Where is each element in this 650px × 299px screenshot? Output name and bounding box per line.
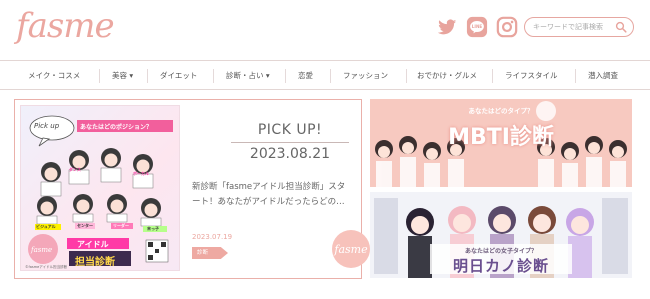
nav-item-fortune[interactable]: 診断・占い ▾ <box>226 61 270 91</box>
mbti-title: MBTI診断 <box>448 125 554 150</box>
twitter-icon[interactable] <box>436 16 458 38</box>
pickup-date: 2023.08.21 <box>249 146 331 162</box>
nav-divider <box>575 69 576 83</box>
pickup-post-date: 2023.07.19 <box>192 233 233 241</box>
nav-item-love[interactable]: 恋愛 <box>298 61 313 91</box>
nav-item-lifestyle[interactable]: ライフスタイル <box>505 61 558 91</box>
nav-item-beauty[interactable]: 美容 ▾ <box>112 61 133 91</box>
search-box[interactable] <box>524 17 634 37</box>
search-icon[interactable] <box>615 21 627 33</box>
thumb-bubble-text: Pick up <box>34 122 60 130</box>
pickup-thumbnail[interactable]: Pick up あなたはどのポジション？ ビジュアル センター リーダー 末っ子… <box>20 105 180 271</box>
category-tag[interactable]: 診断 <box>192 247 228 259</box>
nav-divider <box>99 69 100 83</box>
thumb-role-center: センター <box>77 223 93 228</box>
nav-divider <box>147 69 148 83</box>
thumb-brand: fasme <box>31 246 53 254</box>
thumb-role-leader: リーダー <box>113 223 129 228</box>
nav-item-outing[interactable]: おでかけ・グルメ <box>417 61 477 91</box>
thumb-role-vocal: ボーカル <box>133 171 149 176</box>
search-input[interactable] <box>533 20 613 34</box>
fasme-badge: fasme <box>332 230 370 268</box>
mbti-banner[interactable]: あなたはどのタイプ？ MBTI診断 <box>370 99 632 187</box>
thumb-role-visual: ビジュアル <box>36 224 56 229</box>
nav-divider <box>213 69 214 83</box>
thumb-ribbon-text: あなたはどのポジション？ <box>80 124 153 131</box>
main-nav: メイク・コスメ 美容 ▾ ダイエット 診断・占い ▾ 恋愛 ファッション おでか… <box>0 60 650 90</box>
nav-divider <box>330 69 331 83</box>
thumb-title-line1: アイドル <box>77 240 109 249</box>
nav-item-fashion[interactable]: ファッション <box>343 61 388 91</box>
site-logo[interactable]: fasme <box>16 6 115 46</box>
svg-text:LINE: LINE <box>472 24 483 29</box>
pickup-card[interactable]: Pick up あなたはどのポジション？ ビジュアル センター リーダー 末っ子… <box>14 99 370 279</box>
thumb-credit: ©fasmeアイドル担当診断 <box>25 265 68 269</box>
nav-item-makeup[interactable]: メイク・コスメ <box>28 61 80 91</box>
nav-divider <box>285 69 286 83</box>
nav-item-diet[interactable]: ダイエット <box>160 61 197 91</box>
thumb-role-dance: ダンス <box>69 167 81 172</box>
line-icon[interactable]: LINE <box>466 16 488 38</box>
ashitakano-banner[interactable]: あなたはどの女子タイプ？ 明日カノ診断 <box>370 192 632 278</box>
nav-item-investigation[interactable]: 潜入調査 <box>588 61 618 91</box>
pickup-article-title[interactable]: 新診断「fasmeアイドル担当診断」スタート！あなたがアイドルだったらどの… <box>192 180 352 210</box>
thumb-title-line2: 担当診断 <box>75 257 115 268</box>
ashitakano-subtitle: あなたはどの女子タイプ？ <box>464 248 537 255</box>
pickup-divider <box>231 142 349 143</box>
pickup-heading: PICK UP! <box>257 122 323 138</box>
mbti-subtitle: あなたはどのタイプ？ <box>468 107 534 115</box>
nav-divider <box>406 69 407 83</box>
ashitakano-title: 明日カノ診断 <box>452 257 549 275</box>
instagram-icon[interactable] <box>496 16 518 38</box>
site-header: fasme LINE <box>0 0 650 60</box>
thumb-role-youngest: 末っ子 <box>147 226 159 231</box>
nav-divider <box>492 69 493 83</box>
